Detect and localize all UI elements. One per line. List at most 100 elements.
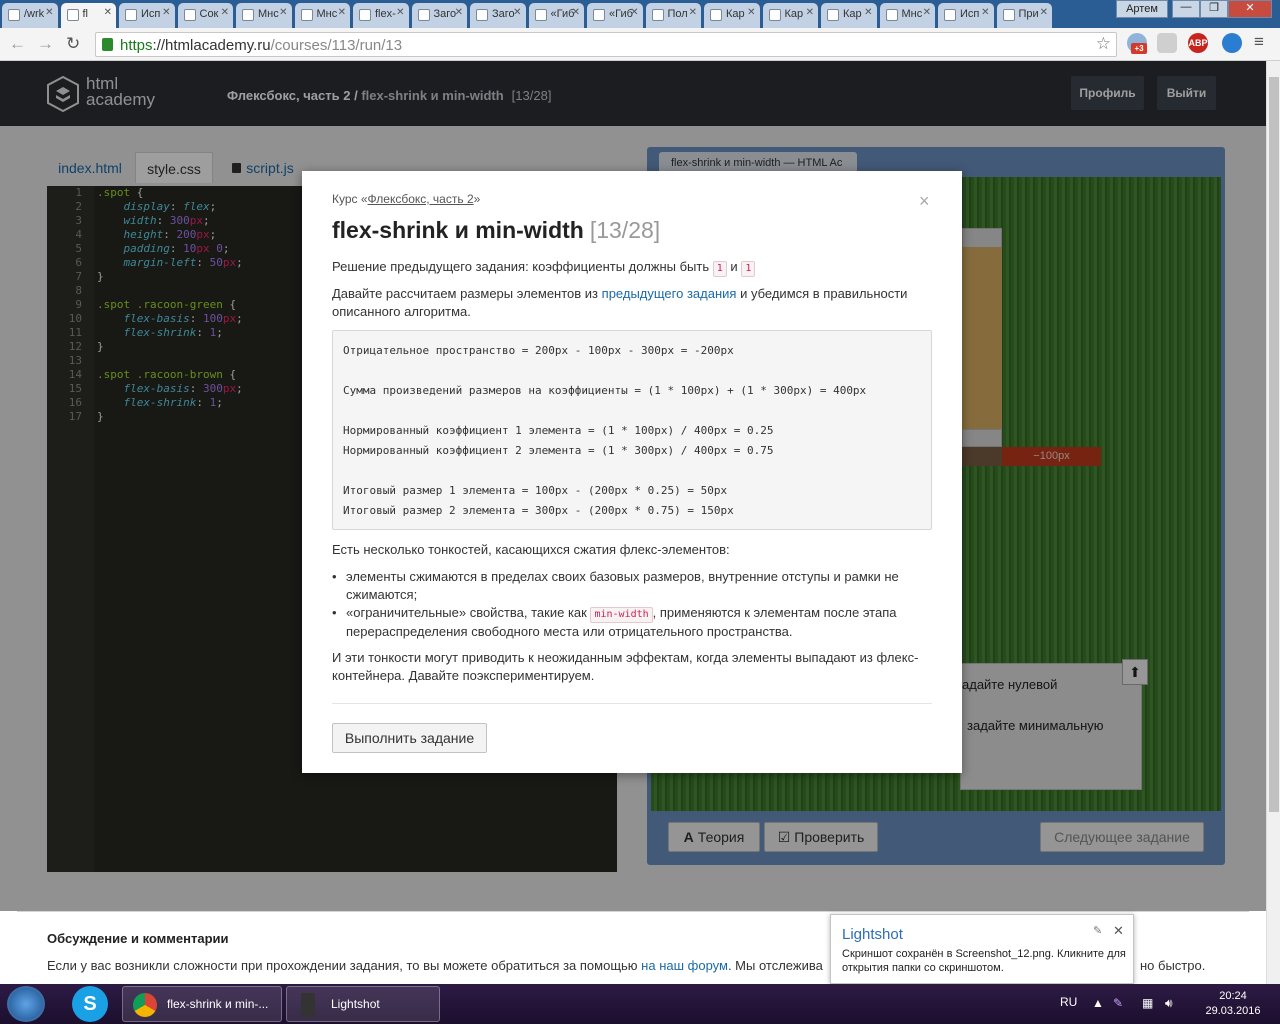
close-tab-icon[interactable]: ✕ <box>572 7 580 18</box>
bookmark-star-icon[interactable]: ☆ <box>1096 34 1111 54</box>
browser-tab-label: Кар <box>843 8 862 20</box>
divider <box>332 703 932 704</box>
browser-tab[interactable]: «Гиб ✕ <box>528 3 584 28</box>
restore-window-button[interactable]: ❐ <box>1200 0 1228 18</box>
back-icon[interactable]: ← <box>9 34 26 54</box>
code-line: Итоговый размер 1 элемента = 100px - (20… <box>343 484 728 497</box>
code-line: Итоговый размер 2 элемента = 300px - (20… <box>343 504 734 517</box>
windows-start-button[interactable] <box>7 986 45 1022</box>
forward-icon[interactable]: → <box>37 34 54 54</box>
favicon-icon <box>1002 9 1015 21</box>
close-icon[interactable]: ✕ <box>1113 923 1124 939</box>
code-line: Нормированный коэффициент 1 элемента = (… <box>343 424 774 437</box>
close-tab-icon[interactable]: ✕ <box>864 7 872 18</box>
browser-tab[interactable]: Кар ✕ <box>704 3 760 28</box>
close-window-button[interactable]: ✕ <box>1228 0 1272 18</box>
volume-icon[interactable]: 🔊︎ <box>1165 996 1173 1011</box>
chrome-taskbar-item[interactable]: flex-shrink и min-... <box>122 986 282 1022</box>
close-icon[interactable]: × <box>919 191 930 212</box>
forum-link[interactable]: на наш форум <box>641 958 728 973</box>
shield-icon[interactable] <box>1157 33 1177 53</box>
page-scrollbar[interactable] <box>1266 61 1280 984</box>
browser-tab[interactable]: /wrk ✕ <box>2 3 58 28</box>
close-tab-icon[interactable]: ✕ <box>630 7 638 18</box>
close-tab-icon[interactable]: ✕ <box>806 7 814 18</box>
browser-tab[interactable]: Сок ✕ <box>177 3 233 28</box>
conclusion-paragraph: И эти тонкости могут приводить к неожида… <box>332 650 919 683</box>
list-item: • «ограничительные» свойства, такие как m… <box>332 605 897 639</box>
discussion-text-tail: но быстро. <box>1140 958 1206 973</box>
close-tab-icon[interactable]: ✕ <box>221 7 229 18</box>
browser-tab-label: fl <box>82 8 89 20</box>
reload-icon[interactable]: ↻ <box>66 34 80 54</box>
browser-tab[interactable]: Исп ✕ <box>938 3 994 28</box>
previous-task-link[interactable]: предыдущего задания <box>602 286 737 301</box>
close-tab-icon[interactable]: ✕ <box>747 7 755 18</box>
language-indicator[interactable]: RU <box>1060 995 1077 1009</box>
theory-modal: × Курс «Флексбокс, часть 2» flex-shrink … <box>302 171 962 773</box>
close-tab-icon[interactable]: ✕ <box>513 7 521 18</box>
system-clock[interactable]: 20:24 29.03.2016 <box>1200 989 1266 1019</box>
browser-tab-label: /wrk <box>24 8 45 20</box>
browser-tab-label: flex- <box>375 8 396 20</box>
chrome-icon <box>133 993 157 1017</box>
favicon-icon <box>125 9 137 21</box>
close-tab-icon[interactable]: ✕ <box>45 7 53 18</box>
close-tab-icon[interactable]: ✕ <box>104 7 112 18</box>
browser-tab[interactable]: Кар ✕ <box>821 3 877 28</box>
browser-tab[interactable]: Мнс ✕ <box>879 3 935 28</box>
skype-icon[interactable]: S <box>72 986 108 1022</box>
browser-tab[interactable]: flex- ✕ <box>353 3 409 28</box>
close-tab-icon[interactable]: ✕ <box>396 7 404 18</box>
favicon-icon <box>651 9 664 21</box>
browser-tab[interactable]: Кар ✕ <box>762 3 818 28</box>
minimize-window-button[interactable]: — <box>1172 0 1200 18</box>
course-link[interactable]: Флексбокс, часть 2 <box>368 192 474 206</box>
favicon-icon <box>300 9 313 21</box>
lightshot-tray-icon[interactable]: ✎ <box>1113 996 1123 1010</box>
browser-tab[interactable]: Исп ✕ <box>119 3 175 28</box>
browser-tab[interactable]: fl ✕ <box>60 3 116 29</box>
favicon-icon <box>476 9 488 21</box>
favicon-icon <box>8 9 20 21</box>
browser-tab-label: Пол <box>667 8 688 20</box>
network-icon[interactable]: ▦ <box>1142 996 1153 1010</box>
run-task-button[interactable]: Выполнить задание <box>332 723 487 753</box>
browser-tab[interactable]: Заго ✕ <box>411 3 467 28</box>
lightshot-taskbar-item[interactable]: Lightshot <box>286 986 440 1022</box>
close-tab-icon[interactable]: ✕ <box>338 7 346 18</box>
browser-tab[interactable]: Пол ✕ <box>645 3 701 28</box>
favicon-icon <box>593 9 605 21</box>
close-tab-icon[interactable]: ✕ <box>162 7 170 18</box>
close-tab-icon[interactable]: ✕ <box>279 7 287 18</box>
browser-tab-label: При <box>1018 8 1039 20</box>
favicon-icon <box>534 9 547 21</box>
code-line: Отрицательное пространство = 200px - 100… <box>343 344 734 357</box>
url-text[interactable]: https://htmlacademy.ru/courses/113/run/1… <box>120 37 402 54</box>
url-bar[interactable]: https://htmlacademy.ru/courses/113/run/1… <box>95 32 1117 57</box>
window-user-badge[interactable]: Артем <box>1116 0 1168 18</box>
close-tab-icon[interactable]: ✕ <box>455 7 463 18</box>
browser-tab-strip: /wrk ✕ fl ✕ Исп ✕ Сок ✕ Мнс ✕ Мнс ✕ flex- ✕ Заго ✕ Заго ✕… <box>0 0 1280 29</box>
adblock-icon[interactable]: ABP <box>1188 33 1208 53</box>
browser-tab[interactable]: Мнс ✕ <box>294 3 350 28</box>
previous-solution-text: Решение предыдущего задания: коэффициент… <box>332 258 934 277</box>
close-tab-icon[interactable]: ✕ <box>1040 7 1048 18</box>
close-tab-icon[interactable]: ✕ <box>689 7 697 18</box>
extension-badge: +3 <box>1131 43 1147 54</box>
close-tab-icon[interactable]: ✕ <box>981 7 989 18</box>
menu-icon[interactable]: ≡ <box>1254 32 1264 52</box>
browser-tab[interactable]: «Гиб ✕ <box>587 3 643 28</box>
list-item: • элементы сжимаются в пределах своих баз… <box>332 569 899 602</box>
tray-expand-icon[interactable]: ▲ <box>1092 996 1104 1010</box>
pin-icon[interactable]: ✎ <box>1093 924 1102 937</box>
lightshot-notification[interactable]: Lightshot ✎ ✕ Скриншот сохранён в Screen… <box>830 914 1134 984</box>
favicon-icon <box>768 9 781 21</box>
close-tab-icon[interactable]: ✕ <box>923 7 931 18</box>
browser-tab[interactable]: Заго ✕ <box>470 3 526 28</box>
favicon-icon <box>827 9 839 21</box>
browser-tab[interactable]: Мнс ✕ <box>236 3 292 28</box>
scrollbar-thumb[interactable] <box>1269 77 1279 812</box>
browser-tab[interactable]: При ✕ <box>996 3 1052 28</box>
globe-icon[interactable] <box>1222 33 1242 53</box>
